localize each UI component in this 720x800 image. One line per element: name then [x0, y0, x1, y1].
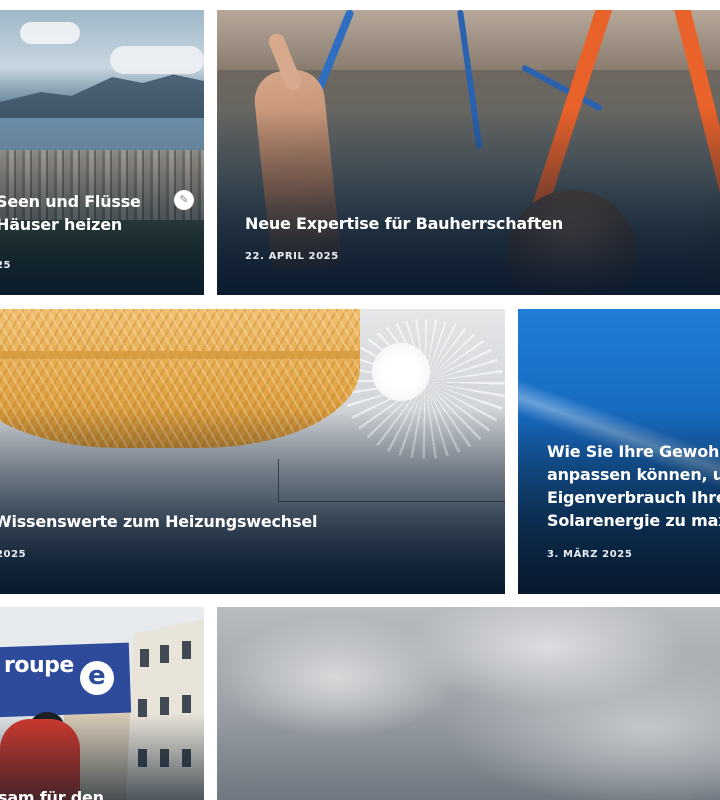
article-card-groupe-e[interactable]: roupe sam für den — [0, 607, 204, 800]
card-title: sam für den — [0, 788, 104, 800]
article-card-solar[interactable]: Wie Sie Ihre Gewohnh anpassen können, um… — [518, 309, 720, 594]
card-date: 2025 — [0, 549, 27, 560]
card-overlay — [0, 607, 204, 800]
card-date: 3. MÄRZ 2025 — [547, 549, 633, 560]
card-title-line: anpassen können, um — [547, 465, 720, 484]
card-title: Seen und Flüsse Häuser heizen — [0, 190, 196, 236]
card-title: Neue Expertise für Bauherrschaften — [245, 214, 564, 233]
article-card-heating[interactable]: Wissenswerte zum Heizungswechsel 2025 — [0, 309, 505, 594]
card-title: Wissenswerte zum Heizungswechsel — [0, 512, 318, 531]
article-card-expertise[interactable]: Neue Expertise für Bauherrschaften 22. A… — [217, 10, 720, 295]
article-card-lakes[interactable]: ✎ Seen und Flüsse Häuser heizen 25 — [0, 10, 204, 295]
card-image — [217, 607, 720, 800]
card-title: Wie Sie Ihre Gewohnh anpassen können, um… — [547, 440, 720, 532]
card-date: 25 — [0, 260, 12, 271]
card-overlay — [0, 10, 204, 295]
card-title-line: Solarenergie zu maxim — [547, 511, 720, 530]
card-date: 22. APRIL 2025 — [245, 251, 339, 262]
article-card-sky[interactable] — [217, 607, 720, 800]
card-overlay — [0, 309, 505, 594]
card-title-line: Eigenverbrauch Ihrer — [547, 488, 720, 507]
card-title-line: Häuser heizen — [0, 215, 123, 234]
card-title-line: Seen und Flüsse — [0, 192, 141, 211]
card-title-line: Wie Sie Ihre Gewohnh — [547, 442, 720, 461]
